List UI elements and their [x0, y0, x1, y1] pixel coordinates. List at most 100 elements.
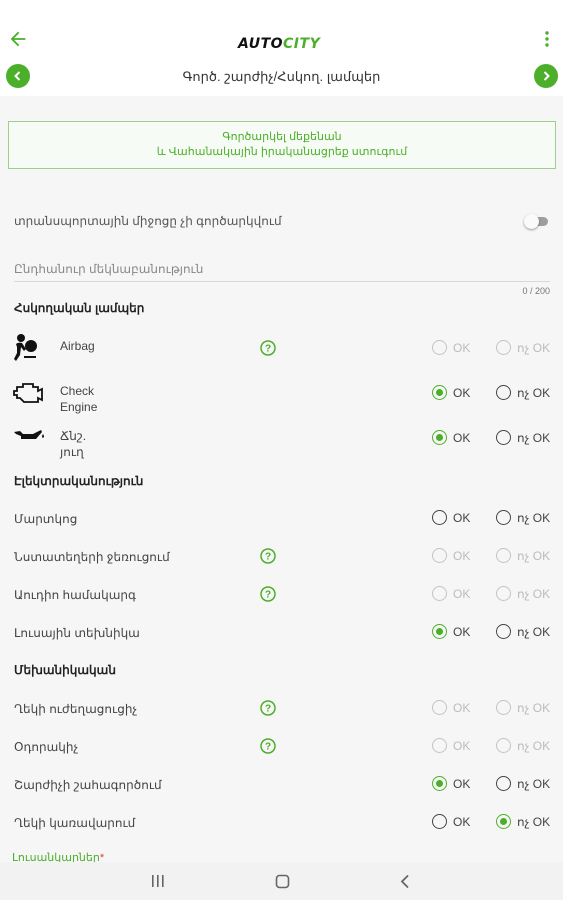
required-mark: * — [99, 852, 105, 862]
seat-heating-label: Նստատեղերի ջեռուցում — [14, 550, 170, 564]
inspection-row-seat-heating: Նստատեղերի ջեռուցում ? OK ոչ OK — [0, 541, 563, 571]
radio-circle — [496, 814, 511, 829]
section-title-warning-lamps: Հսկողական լամպեր — [14, 301, 145, 315]
switch-knob — [524, 214, 539, 229]
system-back-icon[interactable] — [399, 874, 411, 889]
oil-pressure-icon — [14, 430, 44, 439]
radio-circle — [496, 776, 511, 791]
steering-control-ok-radio[interactable]: OK — [432, 814, 470, 829]
oil-pressure-not-ok-radio[interactable]: ոչ OK — [496, 430, 550, 445]
radio-not-ok-label: ոչ OK — [517, 548, 551, 563]
radio-ok-label: OK — [453, 548, 471, 563]
check-engine-label-line-1: Check — [60, 384, 95, 398]
svg-text:?: ? — [265, 590, 271, 601]
help-icon[interactable]: ? — [260, 340, 276, 356]
radio-circle — [432, 510, 447, 525]
more-vert-icon[interactable] — [541, 30, 553, 48]
radio-ok-label: OK — [453, 624, 471, 639]
radio-not-ok-label: ոչ OK — [517, 385, 551, 400]
oil-pressure-ok-radio[interactable]: OK — [432, 430, 470, 445]
seat-heating-ok-radio[interactable]: OK — [432, 548, 470, 563]
instruction-notice: Գործարկել մեքենան և Վահանակային իրականաց… — [8, 121, 556, 169]
radio-circle — [496, 385, 511, 400]
radio-ok-label: OK — [453, 700, 471, 715]
audio-system-not-ok-radio[interactable]: ոչ OK — [496, 586, 550, 601]
radio-not-ok-label: ոչ OK — [517, 430, 551, 445]
lighting-not-ok-radio[interactable]: ոչ OK — [496, 624, 550, 639]
inspection-row-oil-pressure: Ճնշ. յուղ OK ոչ OK — [0, 423, 563, 459]
back-arrow-icon[interactable] — [7, 28, 29, 50]
inspection-row-engine-operation: Շարժիչի շահագործում OK ոչ OK — [0, 769, 563, 799]
engine-operation-ok-radio[interactable]: OK — [432, 776, 470, 791]
radio-circle — [496, 510, 511, 525]
airbag-ok-radio[interactable]: OK — [432, 340, 470, 355]
lighting-label: Լուսային տեխնիկա — [14, 626, 140, 640]
air-conditioner-label: Օդորակիչ — [14, 740, 79, 754]
section-title-mechanics: Մեխանիկական — [14, 663, 116, 677]
app-header: AUTOCITY Գործ. շարժիչ/Հսկող. լամպեր — [0, 0, 563, 96]
check-engine-label-line-2: Engine — [60, 400, 98, 414]
radio-ok-label: OK — [453, 776, 471, 791]
help-icon[interactable]: ? — [260, 548, 276, 564]
engine-operation-label: Շարժիչի շահագործում — [14, 778, 162, 792]
airbag-icon — [14, 334, 37, 361]
radio-circle — [432, 814, 447, 829]
radio-not-ok-label: ոչ OK — [517, 624, 551, 639]
check-engine-ok-radio[interactable]: OK — [432, 385, 470, 400]
battery-not-ok-radio[interactable]: ոչ OK — [496, 510, 550, 525]
logo-city-text: CITY — [283, 36, 321, 52]
audio-system-ok-radio[interactable]: OK — [432, 586, 470, 601]
inspection-row-lighting: Լուսային տեխնիկա OK ոչ OK — [0, 617, 563, 647]
radio-ok-label: OK — [453, 738, 471, 753]
radio-circle — [496, 624, 511, 639]
oil-pressure-label-line-1: Ճնշ. — [60, 429, 87, 443]
help-icon[interactable]: ? — [260, 700, 276, 716]
check-engine-not-ok-radio[interactable]: ոչ OK — [496, 385, 550, 400]
svg-text:?: ? — [265, 704, 271, 715]
audio-system-label: Աուդիո համակարգ — [14, 588, 136, 602]
general-comment-input[interactable] — [14, 262, 550, 276]
seat-heating-not-ok-radio[interactable]: ոչ OK — [496, 548, 550, 563]
air-conditioner-not-ok-radio[interactable]: ոչ OK — [496, 738, 550, 753]
radio-circle — [432, 340, 447, 355]
notice-line-2: և Վահանակային իրականացրեք ստուգում — [156, 146, 408, 158]
comment-char-counter: 0 / 200 — [522, 286, 550, 296]
vehicle-not-starting-switch[interactable] — [524, 214, 550, 229]
vehicle-not-starting-label: տրանսպորտային միջոցը չի գործարկվում — [14, 214, 282, 228]
radio-circle — [496, 586, 511, 601]
steering-control-label: Ղեկի կառավարում — [14, 816, 136, 830]
power-steering-not-ok-radio[interactable]: ոչ OK — [496, 700, 550, 715]
air-conditioner-ok-radio[interactable]: OK — [432, 738, 470, 753]
home-icon[interactable] — [275, 874, 290, 889]
general-comment-field[interactable] — [14, 260, 550, 282]
notice-line-1: Գործարկել մեքենան — [222, 131, 342, 143]
help-icon[interactable]: ? — [260, 738, 276, 754]
autocity-logo: AUTOCITY — [238, 36, 320, 52]
power-steering-label: Ղեկի ուժեղացուցիչ — [14, 702, 138, 716]
recent-apps-icon[interactable] — [150, 874, 166, 888]
radio-circle — [432, 385, 447, 400]
next-step-button[interactable] — [534, 64, 558, 88]
photos-label-text: Լուսանկարներ — [12, 852, 100, 862]
radio-ok-label: OK — [453, 430, 471, 445]
radio-ok-label: OK — [453, 814, 471, 829]
inspection-row-steering-control: Ղեկի կառավարում OK ոչ OK — [0, 807, 563, 837]
help-icon[interactable]: ? — [260, 586, 276, 602]
inspection-row-airbag: Airbag ? OK ոչ OK — [0, 333, 563, 363]
svg-text:?: ? — [265, 742, 271, 753]
radio-circle — [496, 738, 511, 753]
radio-not-ok-label: ոչ OK — [517, 776, 551, 791]
power-steering-ok-radio[interactable]: OK — [432, 700, 470, 715]
steering-control-not-ok-radio[interactable]: ոչ OK — [496, 814, 550, 829]
inspection-row-power-steering: Ղեկի ուժեղացուցիչ ? OK ոչ OK — [0, 693, 563, 723]
radio-not-ok-label: ոչ OK — [517, 586, 551, 601]
airbag-not-ok-radio[interactable]: ոչ OK — [496, 340, 550, 355]
battery-ok-radio[interactable]: OK — [432, 510, 470, 525]
engine-operation-not-ok-radio[interactable]: ոչ OK — [496, 776, 550, 791]
logo-auto-text: AUTO — [238, 36, 284, 52]
radio-circle — [432, 738, 447, 753]
lighting-ok-radio[interactable]: OK — [432, 624, 470, 639]
page-title: Գործ. շարժիչ/Հսկող. լամպեր — [182, 69, 381, 84]
inspection-content: Գործարկել մեքենան և Վահանակային իրականաց… — [0, 96, 563, 862]
oil-pressure-label-line-2: յուղ — [60, 445, 84, 459]
